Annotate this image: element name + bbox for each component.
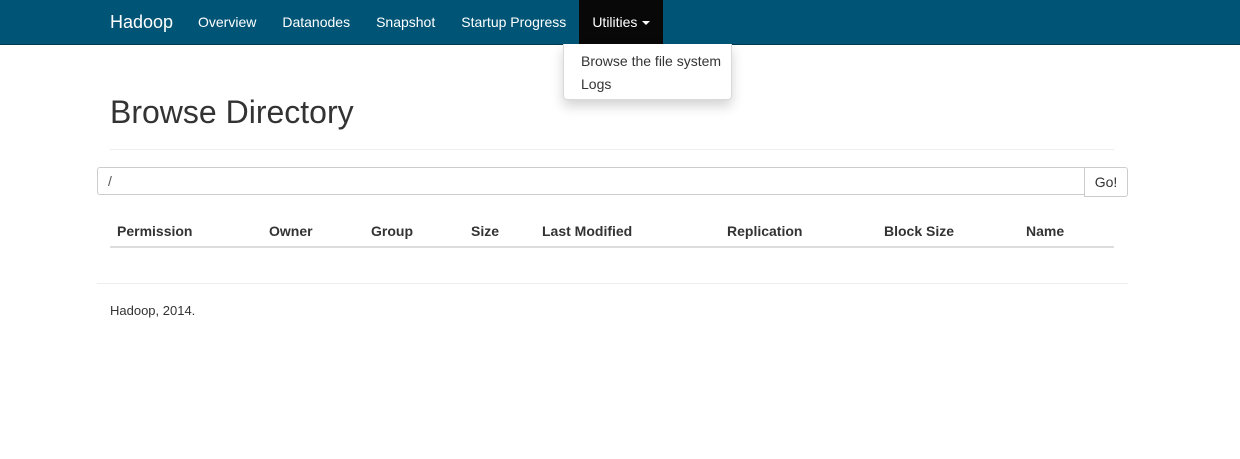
nav-snapshot[interactable]: Snapshot [363,0,448,44]
brand-link[interactable]: Hadoop [110,0,173,44]
column-header-last-modified[interactable]: Last Modified [542,223,632,239]
dropdown-item-logs[interactable]: Logs [581,76,611,92]
column-header-permission[interactable]: Permission [117,223,192,239]
nav-links: Overview Datanodes Snapshot Startup Prog… [185,0,664,44]
go-button[interactable]: Go! [1084,167,1128,197]
nav-overview-label: Overview [198,14,257,30]
footer-divider [97,283,1128,284]
directory-path-input[interactable] [97,167,1084,195]
column-header-owner[interactable]: Owner [269,223,313,239]
nav-snapshot-label: Snapshot [376,14,436,30]
nav-datanodes-label: Datanodes [282,14,351,30]
column-header-replication[interactable]: Replication [727,223,802,239]
dropdown-item-browse-file-system[interactable]: Browse the file system [581,53,721,69]
column-header-name[interactable]: Name [1026,223,1064,239]
column-header-size[interactable]: Size [471,223,499,239]
nav-datanodes[interactable]: Datanodes [269,0,363,44]
nav-startup-progress[interactable]: Startup Progress [448,0,579,44]
title-divider [110,149,1114,150]
nav-overview[interactable]: Overview [185,0,269,44]
path-input-group: Go! [97,167,1128,197]
table-header-row: Permission Owner Group Size Last Modifie… [110,216,1114,248]
utilities-dropdown-menu: Browse the file system Logs [563,44,732,100]
footer-copyright: Hadoop, 2014. [110,303,196,318]
column-header-group[interactable]: Group [371,223,413,239]
nav-utilities-dropdown-toggle[interactable]: Utilities [579,0,664,44]
top-navbar: Hadoop Overview Datanodes Snapshot Start… [0,0,1240,45]
caret-down-icon [642,21,651,26]
nav-startup-progress-label: Startup Progress [461,14,567,30]
column-header-block-size[interactable]: Block Size [884,223,954,239]
nav-utilities-label: Utilities [592,14,638,30]
page-title: Browse Directory [110,94,354,130]
